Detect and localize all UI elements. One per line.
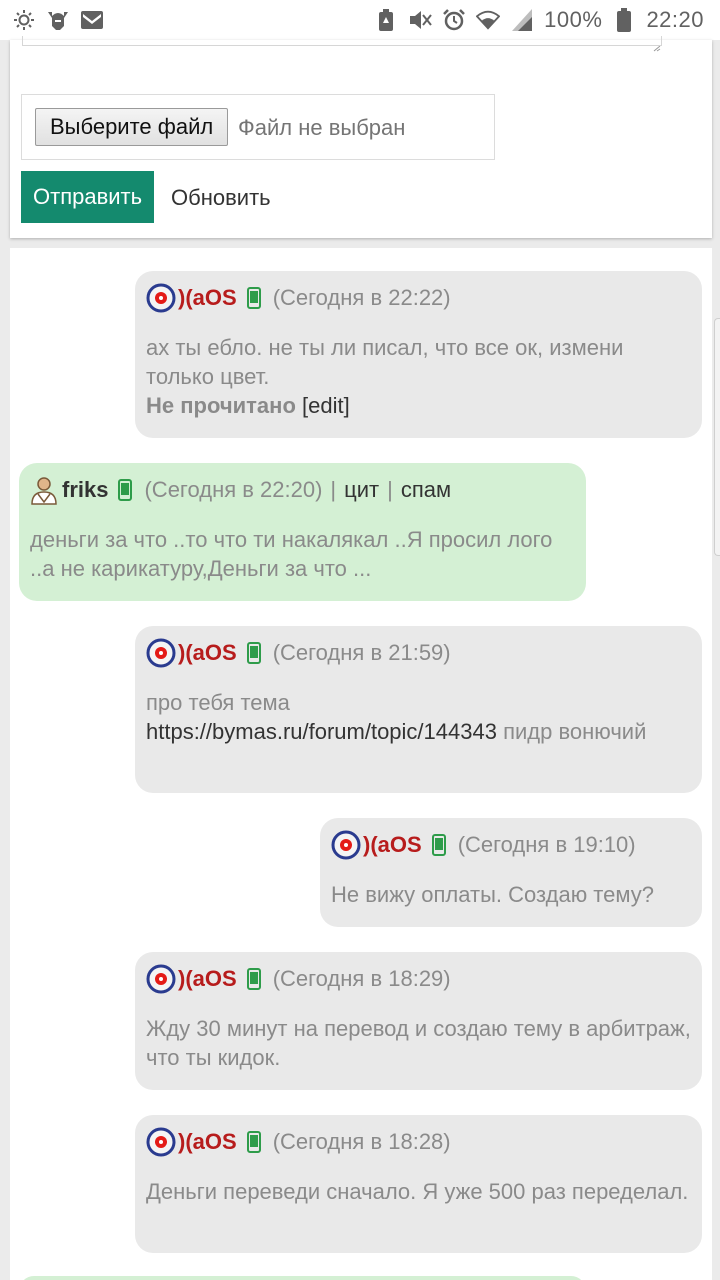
gmail-icon <box>80 8 104 32</box>
status-bar-right: 100% 22:20 <box>374 7 704 33</box>
message-item: )(aOS (Сегодня в 22:22) ах ты ебло. не т… <box>135 271 702 438</box>
message-time: (Сегодня в 19:10) <box>457 832 636 857</box>
user-avatar-icon[interactable] <box>30 475 60 505</box>
alarm-icon <box>442 8 466 32</box>
battery-saver-icon <box>374 8 398 32</box>
read-status: Не прочитано <box>146 393 296 418</box>
spam-link[interactable]: спам <box>401 477 451 503</box>
mobile-device-icon <box>246 1131 261 1153</box>
separator: | <box>387 477 393 502</box>
message-body: ах ты ебло. не ты ли писал, что все ок, … <box>146 335 624 389</box>
message-text: Жду 30 минут на перевод и создаю тему в … <box>146 1016 691 1070</box>
mobile-device-icon <box>246 968 261 990</box>
status-bar-left <box>12 8 104 32</box>
message-time: (Сегодня в 21:59) <box>272 640 451 665</box>
separator: | <box>330 477 337 502</box>
message-item: )(aOS (Сегодня в 18:28) Деньги переведи … <box>135 1115 702 1253</box>
username[interactable]: )(aOS <box>363 832 422 858</box>
message-header: )(aOS (Сегодня в 18:29) <box>146 964 691 994</box>
message-item: )(aOS (Сегодня в 19:10) Не вижу оплаты. … <box>320 818 702 927</box>
username[interactable]: )(aOS <box>178 1129 237 1155</box>
message-item: )(aOS (Сегодня в 21:59) про тебя тема ht… <box>135 626 702 793</box>
message-item: )(aOS (Сегодня в 18:29) Жду 30 минут на … <box>135 952 702 1090</box>
message-header: friks (Сегодня в 22:20) | цит | спам <box>30 475 575 505</box>
message-text: Деньги переведи сначало. Я уже 500 раз п… <box>146 1179 689 1204</box>
scrollbar-thumb[interactable] <box>714 318 720 556</box>
status-bar: 100% 22:20 <box>0 0 720 40</box>
mobile-device-icon <box>246 287 261 309</box>
mute-icon <box>408 8 432 32</box>
message-header: )(aOS (Сегодня в 18:28) <box>146 1127 691 1157</box>
message-time: (Сегодня в 22:20) <box>144 477 323 502</box>
aos-avatar-icon[interactable] <box>331 830 361 860</box>
sun-icon <box>12 8 36 32</box>
aos-avatar-icon[interactable] <box>146 638 176 668</box>
message-form: Выберите файл Файл не выбран Отправить О… <box>10 36 712 238</box>
message-time: (Сегодня в 18:28) <box>272 1129 451 1154</box>
aos-avatar-icon[interactable] <box>146 283 176 313</box>
mobile-device-icon <box>246 642 261 664</box>
file-status: Файл не выбран <box>238 115 406 140</box>
signal-icon <box>510 8 534 32</box>
message-item <box>19 1276 586 1280</box>
battery-percent: 100% <box>544 7 603 32</box>
battery-icon <box>612 8 636 32</box>
message-text: Не вижу оплаты. Создаю тему? <box>331 882 654 907</box>
topic-link[interactable]: https://bymas.ru/forum/topic/144343 <box>146 719 497 744</box>
message-header: )(aOS (Сегодня в 22:22) <box>146 283 691 313</box>
wifi-icon <box>476 8 501 32</box>
mobile-device-icon <box>431 834 446 856</box>
message-body: пидр вонючий <box>503 719 647 744</box>
send-button[interactable]: Отправить <box>21 171 155 223</box>
username[interactable]: )(aOS <box>178 640 237 666</box>
mobile-device-icon <box>118 479 133 501</box>
message-text: деньги за что ..то что ти накалякал ..Я … <box>30 527 553 581</box>
message-header: )(aOS (Сегодня в 19:10) <box>331 830 691 860</box>
resize-grip-icon[interactable] <box>653 39 661 52</box>
refresh-link[interactable]: Обновить <box>171 185 271 211</box>
message-header: )(aOS (Сегодня в 21:59) <box>146 638 691 668</box>
file-upload-field: Выберите файл Файл не выбран <box>21 94 495 160</box>
message-body: про тебя тема <box>146 690 290 715</box>
message-text: про тебя тема https://bymas.ru/forum/top… <box>146 688 691 746</box>
clock: 22:20 <box>646 7 704 32</box>
message-textarea[interactable] <box>22 36 662 52</box>
viking-helmet-icon <box>46 8 70 32</box>
message-item: friks (Сегодня в 22:20) | цит | спам ден… <box>19 463 586 601</box>
quote-link[interactable]: цит <box>344 477 379 503</box>
username[interactable]: )(aOS <box>178 285 237 311</box>
message-time: (Сегодня в 18:29) <box>272 966 451 991</box>
choose-file-button[interactable]: Выберите файл <box>35 108 229 146</box>
username[interactable]: )(aOS <box>178 966 237 992</box>
username[interactable]: friks <box>62 477 108 503</box>
message-text: ах ты ебло. не ты ли писал, что все ок, … <box>146 333 691 420</box>
aos-avatar-icon[interactable] <box>146 964 176 994</box>
message-time: (Сегодня в 22:22) <box>272 285 451 310</box>
edit-link[interactable]: [edit] <box>302 393 350 418</box>
aos-avatar-icon[interactable] <box>146 1127 176 1157</box>
